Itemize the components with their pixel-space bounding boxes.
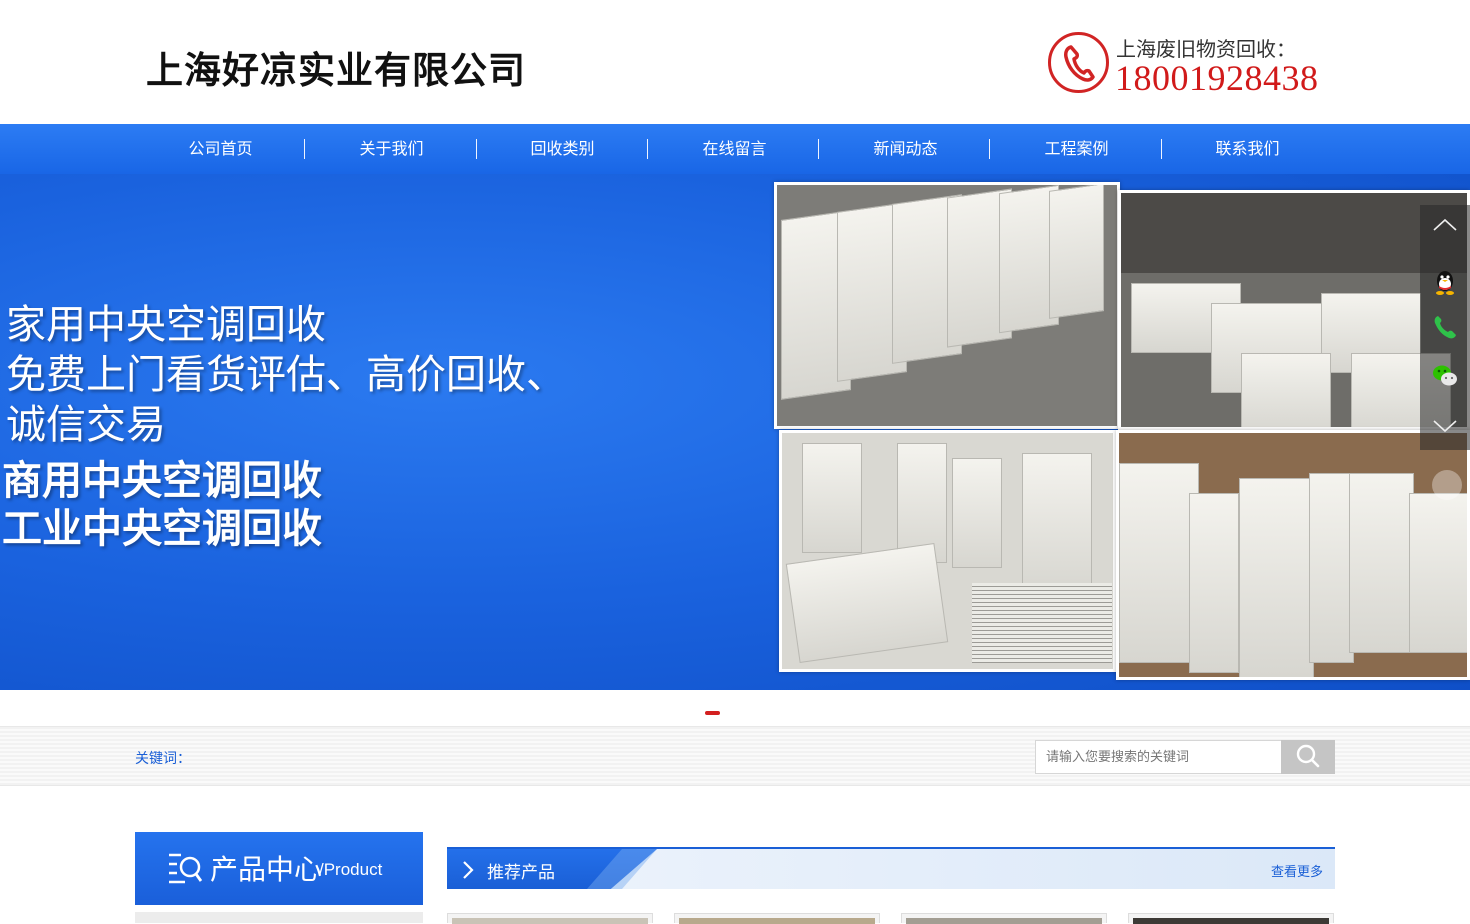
product-center-title: 产品中心 xyxy=(210,853,323,886)
nav-item-news[interactable]: 新闻动态 xyxy=(820,124,991,174)
nav-item-contact[interactable]: 联系我们 xyxy=(1162,124,1333,174)
nav-divider xyxy=(989,139,990,159)
chevron-right-icon xyxy=(463,861,474,879)
banner-dot-active[interactable] xyxy=(705,711,720,715)
chevron-up-icon[interactable] xyxy=(1432,213,1458,239)
floating-contact-bar xyxy=(1420,205,1470,450)
wechat-icon[interactable] xyxy=(1432,363,1458,389)
qq-icon[interactable] xyxy=(1432,269,1458,295)
main-nav: 公司首页 关于我们 回收类别 在线留言 新闻动态 工程案例 联系我们 xyxy=(0,124,1470,174)
banner-photo-indoor-units xyxy=(779,430,1116,672)
hero-banner[interactable]: 家用中央空调回收 免费上门看货评估、高价回收、 诚信交易 商用中央空调回收 工业… xyxy=(0,174,1470,690)
hot-keywords-label: 关键词： xyxy=(135,751,191,767)
banner-photo-warehouse xyxy=(1118,190,1470,430)
nav-item-home[interactable]: 公司首页 xyxy=(135,124,306,174)
product-center-subtitle: /Product xyxy=(319,860,383,879)
nav-item-message[interactable]: 在线留言 xyxy=(649,124,820,174)
banner-photo-split-units xyxy=(1116,430,1470,680)
product-center-header: 产品中心 /Product xyxy=(135,832,423,905)
search-bar: 关键词： xyxy=(0,726,1470,786)
product-card[interactable] xyxy=(447,913,653,924)
search-input[interactable] xyxy=(1035,740,1282,774)
phone-circle-icon xyxy=(1048,32,1109,93)
view-more-link[interactable]: 查看更多 xyxy=(1271,861,1323,880)
banner-next-arrow[interactable] xyxy=(1432,470,1462,500)
phone-icon[interactable] xyxy=(1432,314,1458,340)
nav-item-cases[interactable]: 工程案例 xyxy=(991,124,1162,174)
banner-photo-outdoor-units xyxy=(774,182,1120,429)
banner-text-line: 诚信交易 xyxy=(6,402,166,448)
product-search-list-icon xyxy=(169,853,203,884)
site-header: 上海好凉实业有限公司 上海废旧物资回收： 18001928438 xyxy=(0,0,1470,124)
nav-divider xyxy=(647,139,648,159)
hotline-number: 18001928438 xyxy=(1115,58,1319,98)
product-category-list xyxy=(135,912,423,923)
nav-divider xyxy=(818,139,819,159)
product-card[interactable] xyxy=(901,913,1107,924)
recommended-products-bar: 推荐产品 查看更多 xyxy=(447,847,1335,889)
nav-item-about[interactable]: 关于我们 xyxy=(306,124,477,174)
nav-item-categories[interactable]: 回收类别 xyxy=(477,124,648,174)
product-card[interactable] xyxy=(674,913,880,924)
company-logo-text[interactable]: 上海好凉实业有限公司 xyxy=(146,40,526,94)
recommended-products-title: 推荐产品 xyxy=(487,863,555,883)
search-icon xyxy=(1296,744,1320,767)
product-card[interactable] xyxy=(1128,913,1334,924)
search-button[interactable] xyxy=(1281,740,1335,774)
banner-pagination xyxy=(0,690,1470,726)
chevron-down-icon[interactable] xyxy=(1432,412,1458,438)
nav-divider xyxy=(304,139,305,159)
banner-text-line: 工业中央空调回收 xyxy=(2,505,322,552)
